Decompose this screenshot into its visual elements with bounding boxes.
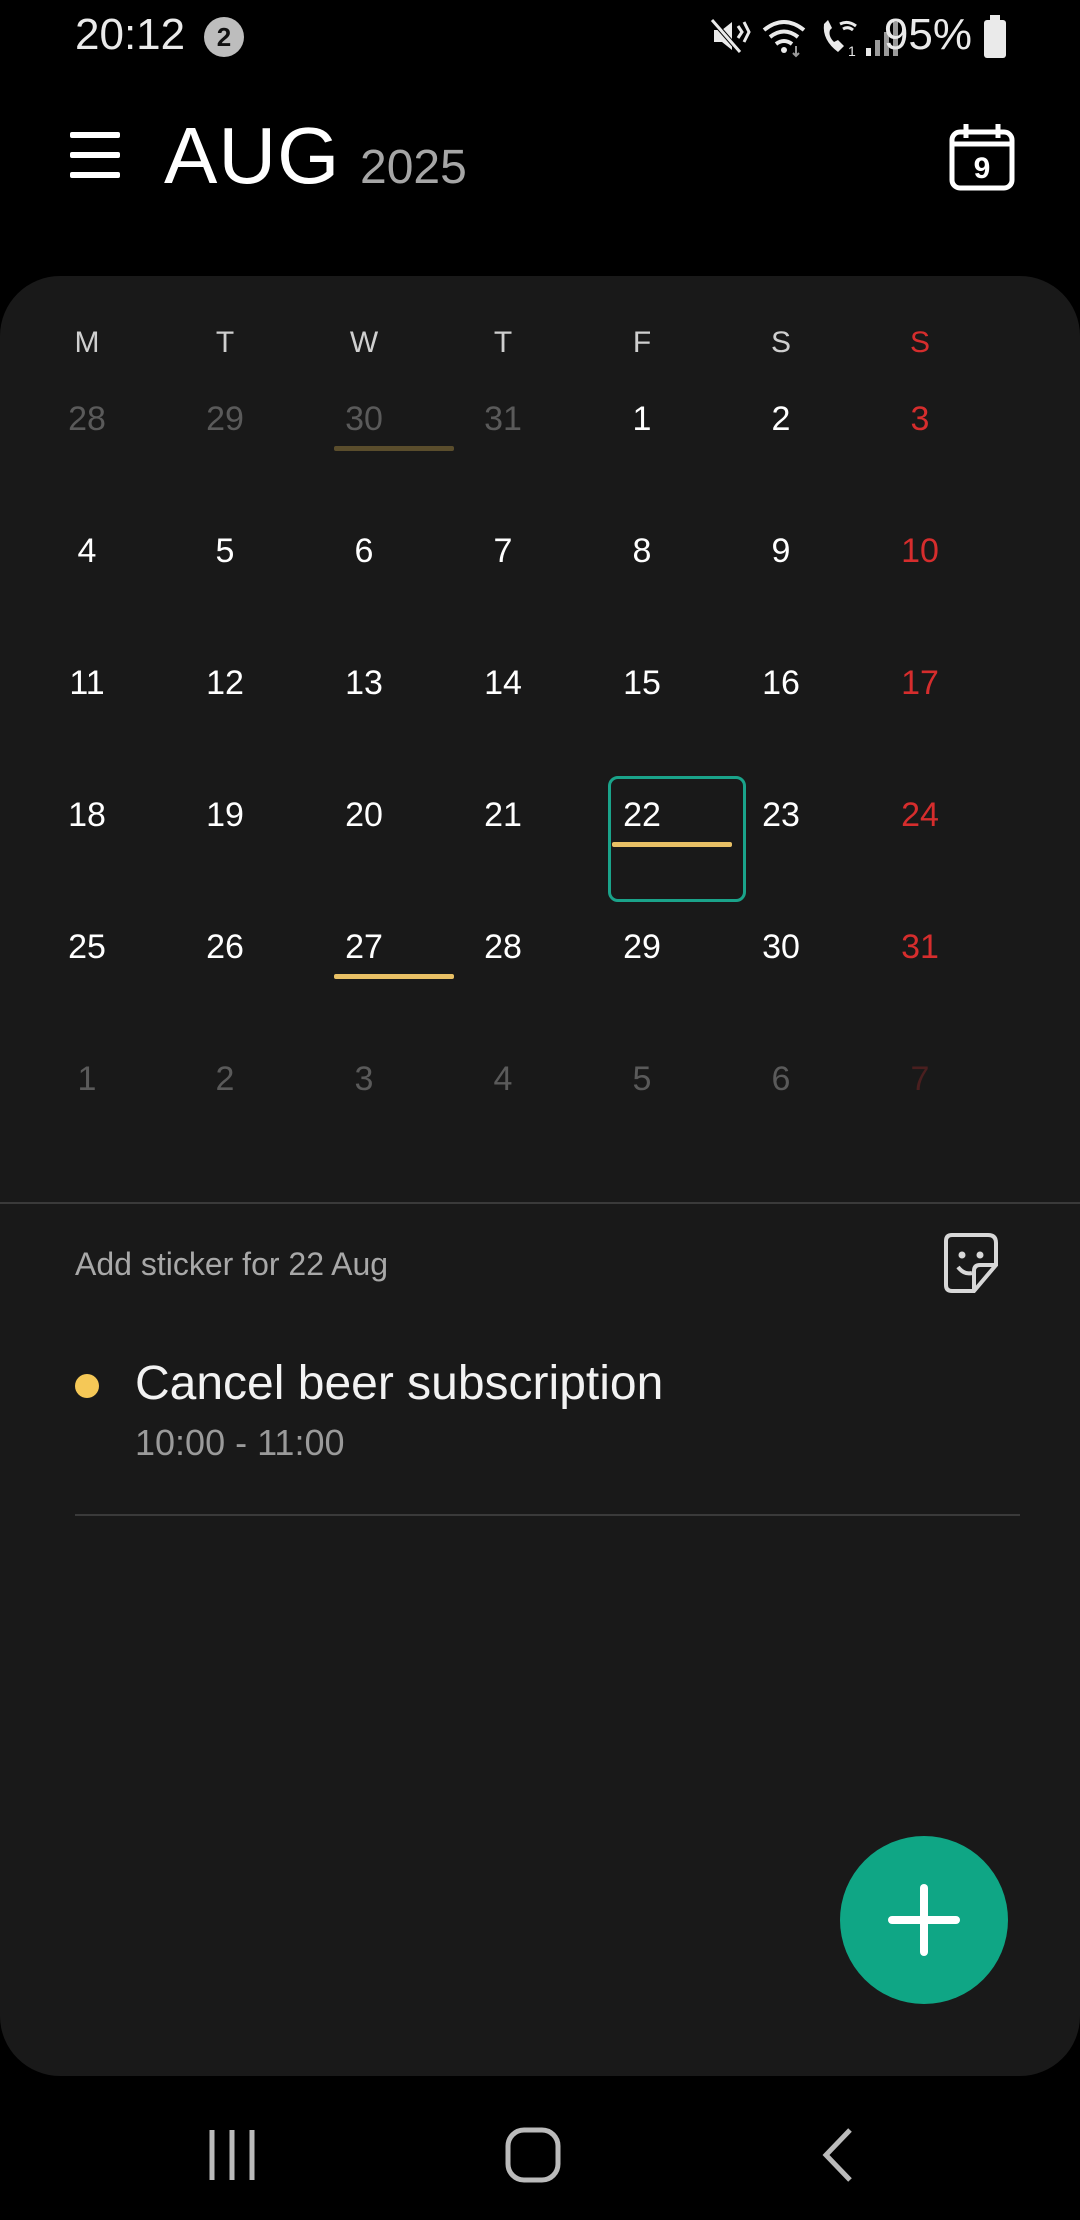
weekday-label: S [770, 326, 791, 359]
divider [75, 1514, 1020, 1516]
status-bar: 20:12 2 1 95% [0, 0, 1080, 72]
calendar-day[interactable]: 29 [592, 928, 692, 967]
wifi-calling-icon: 1 [823, 20, 857, 58]
event-title: Cancel beer subscription [135, 1357, 664, 1410]
event-item[interactable]: Cancel beer subscription 10:00 - 11:00 [0, 1356, 1080, 1476]
mute-icon [710, 18, 751, 54]
calendar-day[interactable]: 2 [731, 400, 831, 439]
calendar-day[interactable]: 30 [314, 400, 414, 439]
menu-icon[interactable] [70, 132, 120, 178]
weekday-label: S [909, 326, 930, 359]
calendar-day[interactable]: 30 [731, 928, 831, 967]
notification-count-badge: 2 [204, 17, 244, 57]
navigation-bar [0, 2080, 1080, 2220]
today-day-number: 9 [974, 152, 991, 185]
calendar-day[interactable]: 3 [870, 400, 970, 439]
sticker-icon[interactable] [938, 1231, 1002, 1295]
home-icon[interactable] [494, 2120, 574, 2190]
weekday-label: W [349, 326, 379, 359]
add-event-button[interactable] [840, 1836, 1008, 2004]
calendar-day[interactable]: 24 [870, 796, 970, 835]
calendar-day[interactable]: 6 [314, 532, 414, 571]
calendar-day[interactable]: 16 [731, 664, 831, 703]
calendar-day[interactable]: 14 [453, 664, 553, 703]
selected-date-indicator [608, 776, 746, 902]
calendar-day[interactable]: 3 [314, 1060, 414, 1099]
event-indicator-bar [334, 446, 454, 451]
calendar-day[interactable]: 1 [592, 400, 692, 439]
calendar-day[interactable]: 28 [453, 928, 553, 967]
event-indicator-bar [334, 974, 454, 979]
recents-icon[interactable] [192, 2120, 272, 2190]
status-time: 20:12 [75, 10, 186, 59]
calendar-day[interactable]: 7 [453, 532, 553, 571]
calendar-day[interactable]: 20 [314, 796, 414, 835]
calendar-day[interactable]: 9 [731, 532, 831, 571]
today-calendar-icon[interactable]: 9 [946, 120, 1018, 192]
app-header: AUG 2025 9 [0, 90, 1080, 240]
calendar-day[interactable]: 10 [870, 532, 970, 571]
calendar-day[interactable]: 5 [592, 1060, 692, 1099]
year-title[interactable]: 2025 [360, 140, 467, 195]
add-sticker-label[interactable]: Add sticker for 22 Aug [75, 1246, 388, 1283]
calendar-day[interactable]: 27 [314, 928, 414, 967]
event-time: 10:00 - 11:00 [135, 1422, 345, 1463]
calendar-day[interactable]: 4 [453, 1060, 553, 1099]
calendar-day[interactable]: 5 [175, 532, 275, 571]
weekday-label: T [215, 326, 235, 359]
event-color-dot [75, 1374, 99, 1398]
calendar-day[interactable]: 11 [37, 664, 137, 703]
calendar-day[interactable]: 31 [453, 400, 553, 439]
calendar-day[interactable]: 18 [37, 796, 137, 835]
calendar-day[interactable]: 12 [175, 664, 275, 703]
calendar-day[interactable]: 31 [870, 928, 970, 967]
plus-icon [888, 1884, 960, 1956]
month-title[interactable]: AUG [164, 110, 340, 202]
status-icons: 1 95% [680, 10, 1080, 62]
calendar-day[interactable]: 26 [175, 928, 275, 967]
calendar-day[interactable]: 2 [175, 1060, 275, 1099]
weekday-label: F [632, 326, 652, 359]
calendar-day[interactable]: 21 [453, 796, 553, 835]
wifi-icon [762, 20, 806, 58]
calendar-day[interactable]: 7 [870, 1060, 970, 1099]
calendar-day[interactable]: 17 [870, 664, 970, 703]
divider [0, 1202, 1080, 1204]
calendar-day[interactable]: 19 [175, 796, 275, 835]
calendar-day[interactable]: 8 [592, 532, 692, 571]
back-icon[interactable] [796, 2120, 876, 2190]
svg-text:1: 1 [848, 43, 856, 58]
calendar-card: MTWTFSS 28 29 30 31 1 2 3 4 5 6 7 8 9 10 11 12 13 14 15 16 1… [0, 276, 1080, 2076]
calendar-day[interactable]: 25 [37, 928, 137, 967]
weekday-label: T [493, 326, 513, 359]
battery-icon [984, 15, 1006, 58]
calendar-day[interactable]: 13 [314, 664, 414, 703]
battery-percentage: 95% [883, 10, 972, 59]
weekday-label: M [74, 326, 100, 359]
calendar-day[interactable]: 28 [37, 400, 137, 439]
weekday-header: MTWTFSS [0, 326, 1080, 366]
calendar-day[interactable]: 4 [37, 532, 137, 571]
calendar-day[interactable]: 29 [175, 400, 275, 439]
calendar-day[interactable]: 6 [731, 1060, 831, 1099]
calendar-day[interactable]: 1 [37, 1060, 137, 1099]
calendar-day[interactable]: 15 [592, 664, 692, 703]
calendar-day[interactable]: 23 [731, 796, 831, 835]
